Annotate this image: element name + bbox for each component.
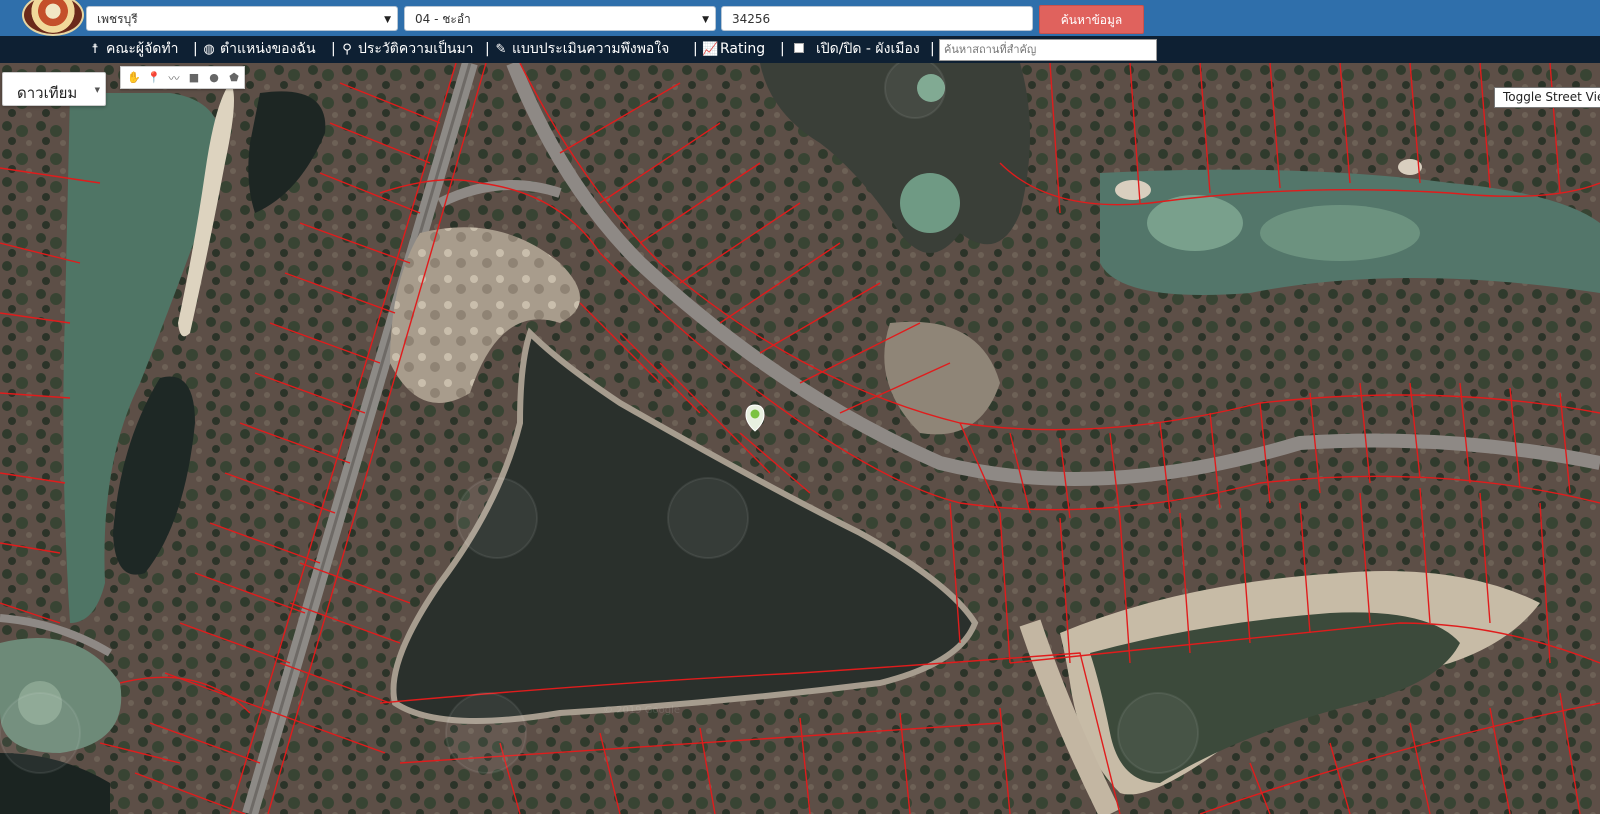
district-select[interactable]: 04 - ชะอำ ▼ bbox=[404, 6, 716, 31]
satellite-map bbox=[0, 63, 1600, 814]
nav-separator: | bbox=[780, 41, 785, 57]
nav-item-label: Rating bbox=[720, 41, 766, 57]
map-type-select[interactable]: ดาวเทียม ▼ bbox=[2, 72, 106, 106]
nav-item-zoning-toggle[interactable]: เปิด/ปิด - ผังเมือง bbox=[816, 40, 920, 58]
circle-icon[interactable]: ● bbox=[204, 68, 224, 88]
logo bbox=[22, 0, 84, 36]
nav-item-label: ตำแหน่งของฉัน bbox=[220, 41, 316, 57]
map-copyright: © 2019 Google bbox=[603, 705, 681, 716]
drawing-toolbar: ✋ 📍 〰 ■ ● ⬟ bbox=[120, 66, 245, 89]
place-search-input[interactable] bbox=[939, 39, 1157, 61]
map-type-value: ดาวเทียม bbox=[17, 84, 78, 102]
nav-item-survey[interactable]: ✎ แบบประเมินความพึงพอใจ bbox=[494, 40, 670, 59]
nav-separator: | bbox=[485, 41, 490, 57]
nav-separator: | bbox=[331, 41, 336, 57]
chevron-down-icon: ▼ bbox=[94, 86, 100, 94]
zoning-checkbox[interactable] bbox=[794, 43, 804, 53]
nav-item-team[interactable]: ☨ คณะผู้จัดทำ bbox=[88, 40, 178, 59]
rectangle-icon[interactable]: ■ bbox=[184, 68, 204, 88]
chart-icon: 📈 bbox=[702, 42, 719, 57]
search-button[interactable]: ค้นหาข้อมูล bbox=[1039, 5, 1144, 34]
top-bar: เพชรบุรี ▼ 04 - ชะอำ ▼ 34256 ค้นหาข้อมูล bbox=[0, 0, 1600, 36]
province-select[interactable]: เพชรบุรี ▼ bbox=[86, 6, 398, 31]
edit-icon: ✎ bbox=[495, 42, 507, 57]
pin-icon: ⚲ bbox=[342, 42, 352, 57]
nav-item-label: แบบประเมินความพึงพอใจ bbox=[512, 41, 670, 57]
chevron-down-icon: ▼ bbox=[702, 15, 709, 25]
person-icon: ☨ bbox=[91, 42, 99, 57]
marker-icon[interactable]: 📍 bbox=[144, 68, 164, 88]
polyline-icon[interactable]: 〰 bbox=[164, 68, 184, 88]
nav-separator: | bbox=[930, 41, 935, 57]
district-select-value: 04 - ชะอำ bbox=[415, 12, 471, 26]
hand-icon[interactable]: ✋ bbox=[124, 68, 144, 88]
nav-item-label: ประวัติความเป็นมา bbox=[358, 41, 474, 57]
nav-separator: | bbox=[193, 41, 198, 57]
nav-item-label: คณะผู้จัดทำ bbox=[106, 41, 179, 57]
nav-item-rating[interactable]: 📈 Rating bbox=[702, 40, 765, 59]
nav-separator: | bbox=[693, 41, 698, 57]
province-select-value: เพชรบุรี bbox=[97, 12, 138, 26]
nav-item-label: เปิด/ปิด - ผังเมือง bbox=[816, 41, 920, 57]
toggle-street-view-button[interactable]: Toggle Street View bbox=[1494, 87, 1600, 108]
polygon-icon[interactable]: ⬟ bbox=[224, 68, 244, 88]
map-canvas[interactable]: © 2019 Google bbox=[0, 63, 1600, 814]
parcel-number-input[interactable]: 34256 bbox=[721, 6, 1033, 31]
nav-item-my-location[interactable]: ◍ ตำแหน่งของฉัน bbox=[202, 40, 316, 59]
chevron-down-icon: ▼ bbox=[384, 15, 391, 25]
nav-item-history[interactable]: ⚲ ประวัติความเป็นมา bbox=[340, 40, 474, 59]
parcel-number-value: 34256 bbox=[732, 12, 771, 26]
globe-icon: ◍ bbox=[203, 42, 215, 57]
